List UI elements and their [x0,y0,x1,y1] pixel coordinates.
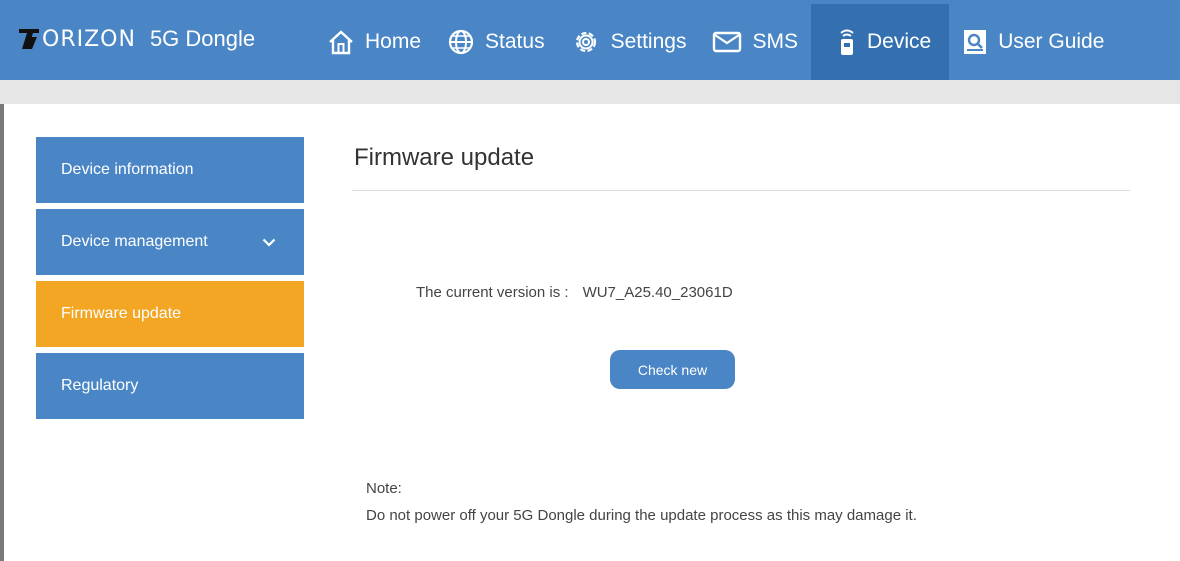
nav-home-label: Home [365,30,422,53]
note-text: Do not power off your 5G Dongle during t… [366,507,917,524]
home-icon [329,30,353,55]
nav-status-label: Status [485,30,545,53]
sidebar-item-label: Device information [61,161,194,178]
check-new-button[interactable]: Check new [610,350,735,389]
sidebar-item-label: Regulatory [61,377,139,394]
sidebar: Device information Device management Fir… [36,137,304,425]
nav-user-guide[interactable]: User Guide [949,4,1117,80]
chevron-down-icon [262,238,276,247]
product-name: 5G Dongle [149,26,256,51]
nav-status[interactable]: Status [434,4,558,80]
envelope-icon [713,31,742,53]
sidebar-item-firmware-update[interactable]: Firmware update [36,281,304,347]
note-label: Note: [366,480,402,497]
version-row: The current version is : WU7_A25.40_23061… [416,284,733,301]
globe-icon [448,29,474,55]
version-label: The current version is : [416,284,569,301]
title-divider [352,190,1130,191]
page-title: Firmware update [354,144,535,171]
sidebar-item-regulatory[interactable]: Regulatory [36,353,304,419]
nav-settings[interactable]: Settings [558,4,700,80]
left-border [0,104,4,561]
gear-icon [575,31,596,53]
nav-device[interactable]: Device [810,4,950,80]
sidebar-item-device-information[interactable]: Device information [36,137,304,203]
guide-icon [964,30,987,54]
version-value: WU7_A25.40_23061D [582,284,733,301]
brand-name: ORIZON [42,26,136,52]
horizon-logo-icon [19,29,39,49]
sidebar-item-device-management[interactable]: Device management [36,209,304,275]
nav-settings-label: Settings [610,30,687,53]
sidebar-item-label: Device management [61,233,208,250]
main-nav: Home Status Settings SMS Device User Gui… [314,4,1117,80]
nav-sms-label: SMS [752,30,798,53]
nav-device-label: Device [866,30,932,53]
sidebar-item-label: Firmware update [61,305,182,322]
header-divider-band [0,80,1180,104]
nav-user-guide-label: User Guide [998,30,1105,53]
dongle-icon [840,29,854,55]
nav-sms[interactable]: SMS [699,4,811,80]
nav-home[interactable]: Home [314,4,434,80]
top-header: ORIZON 5G Dongle Home Status Settings SM… [0,0,1180,80]
brand[interactable]: ORIZON 5G Dongle [18,26,255,52]
